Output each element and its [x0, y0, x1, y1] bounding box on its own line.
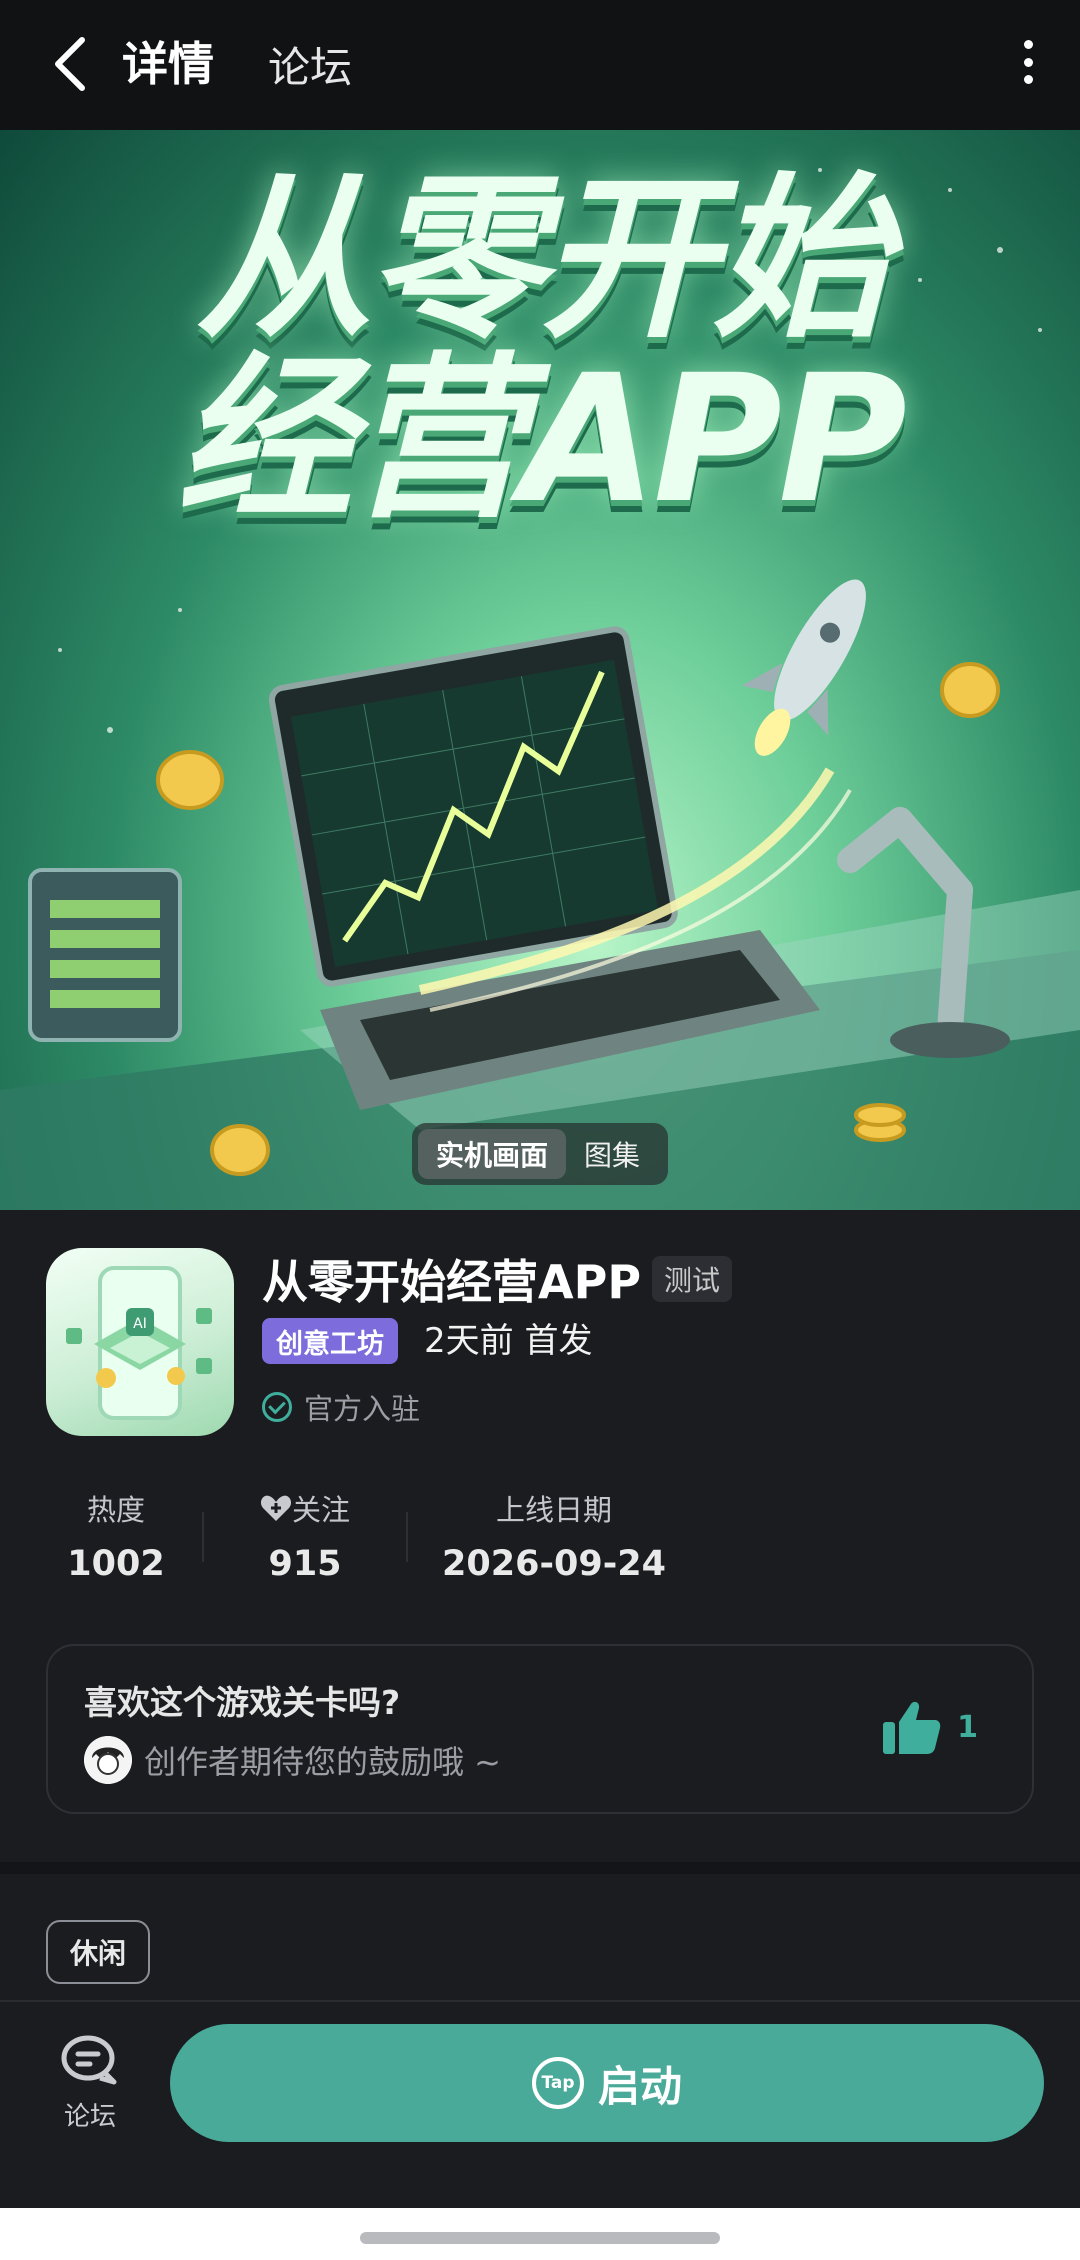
divider [202, 1512, 204, 1562]
forum-label: 论坛 [63, 2102, 116, 2132]
rating-question: 喜欢这个游戏关卡吗? [84, 1683, 401, 1722]
tab-detail[interactable]: 详情 [118, 28, 218, 100]
tab-forum[interactable]: 论坛 [268, 34, 352, 95]
thumbs-up-icon [883, 1701, 941, 1754]
tab-detail-label: 详情 [122, 37, 214, 91]
more-options-icon[interactable] [1022, 40, 1034, 84]
hero-title: 从零开始 经营APP [176, 157, 907, 542]
genre-tag[interactable]: 休闲 [46, 1920, 151, 1984]
stat-follow-value: 915 [268, 1544, 342, 1584]
segment-gameplay[interactable]: 实机画面 [418, 1129, 567, 1179]
forum-button[interactable]: 论坛 [54, 2034, 126, 2133]
top-bar: 详情 论坛 [0, 0, 1080, 130]
back-arrow-icon[interactable] [48, 34, 92, 94]
stat-popularity-label: 热度 [86, 1493, 145, 1527]
stat-launch-date-value: 2026-09-24 [442, 1544, 666, 1584]
divider [406, 1512, 408, 1562]
stat-popularity: 热度 1002 [56, 1488, 176, 1584]
stat-launch-date: 上线日期 2026-09-24 [440, 1488, 668, 1584]
stat-launch-date-label: 上线日期 [495, 1493, 612, 1527]
media-segment-control[interactable]: 实机画面 图集 [412, 1123, 668, 1185]
rating-subtitle: 创作者期待您的鼓励哦 ~ [144, 1743, 501, 1781]
app-name: 从零开始经营APP [262, 1255, 642, 1309]
launch-label: 启动 [597, 2061, 682, 2111]
tap-logo-icon: Tap [531, 2057, 584, 2109]
bottom-action-bar: 论坛 Tap 启动 [0, 2000, 1080, 2208]
section-separator [0, 1862, 1080, 1874]
stat-popularity-value: 1002 [67, 1544, 165, 1584]
server-rack [28, 868, 182, 1042]
like-button[interactable]: 1 [883, 1700, 978, 1754]
test-badge: 测试 [652, 1256, 733, 1302]
launch-button[interactable]: Tap 启动 [170, 2024, 1044, 2142]
official-verified: 官方入驻 [262, 1386, 420, 1428]
check-circle-icon [262, 1392, 292, 1422]
stat-follow[interactable]: 关注 915 [240, 1488, 370, 1584]
app-detail-page: 详情 论坛 从零开始 经营APP 实机画面 图集 AI 从零开始经营APP 测试… [0, 0, 1080, 2260]
home-indicator[interactable] [360, 2232, 720, 2244]
forum-chat-icon [61, 2035, 117, 2085]
workshop-badge[interactable]: 创意工坊 [262, 1318, 398, 1364]
heart-plus-icon [260, 1495, 292, 1521]
creator-avatar[interactable] [84, 1736, 132, 1784]
app-icon: AI [46, 1248, 234, 1436]
segment-gallery[interactable]: 图集 [566, 1134, 658, 1174]
release-info: 2天前 首发 [424, 1321, 593, 1361]
rating-card: 喜欢这个游戏关卡吗? 创作者期待您的鼓励哦 ~ 1 [46, 1644, 1034, 1814]
like-count: 1 [957, 1709, 978, 1745]
stat-follow-label: 关注 [291, 1493, 350, 1527]
hero-banner[interactable]: 从零开始 经营APP [0, 130, 1080, 1210]
official-label: 官方入驻 [304, 1392, 421, 1426]
app-icon-text: AI [133, 1316, 147, 1332]
rocket [741, 579, 866, 756]
